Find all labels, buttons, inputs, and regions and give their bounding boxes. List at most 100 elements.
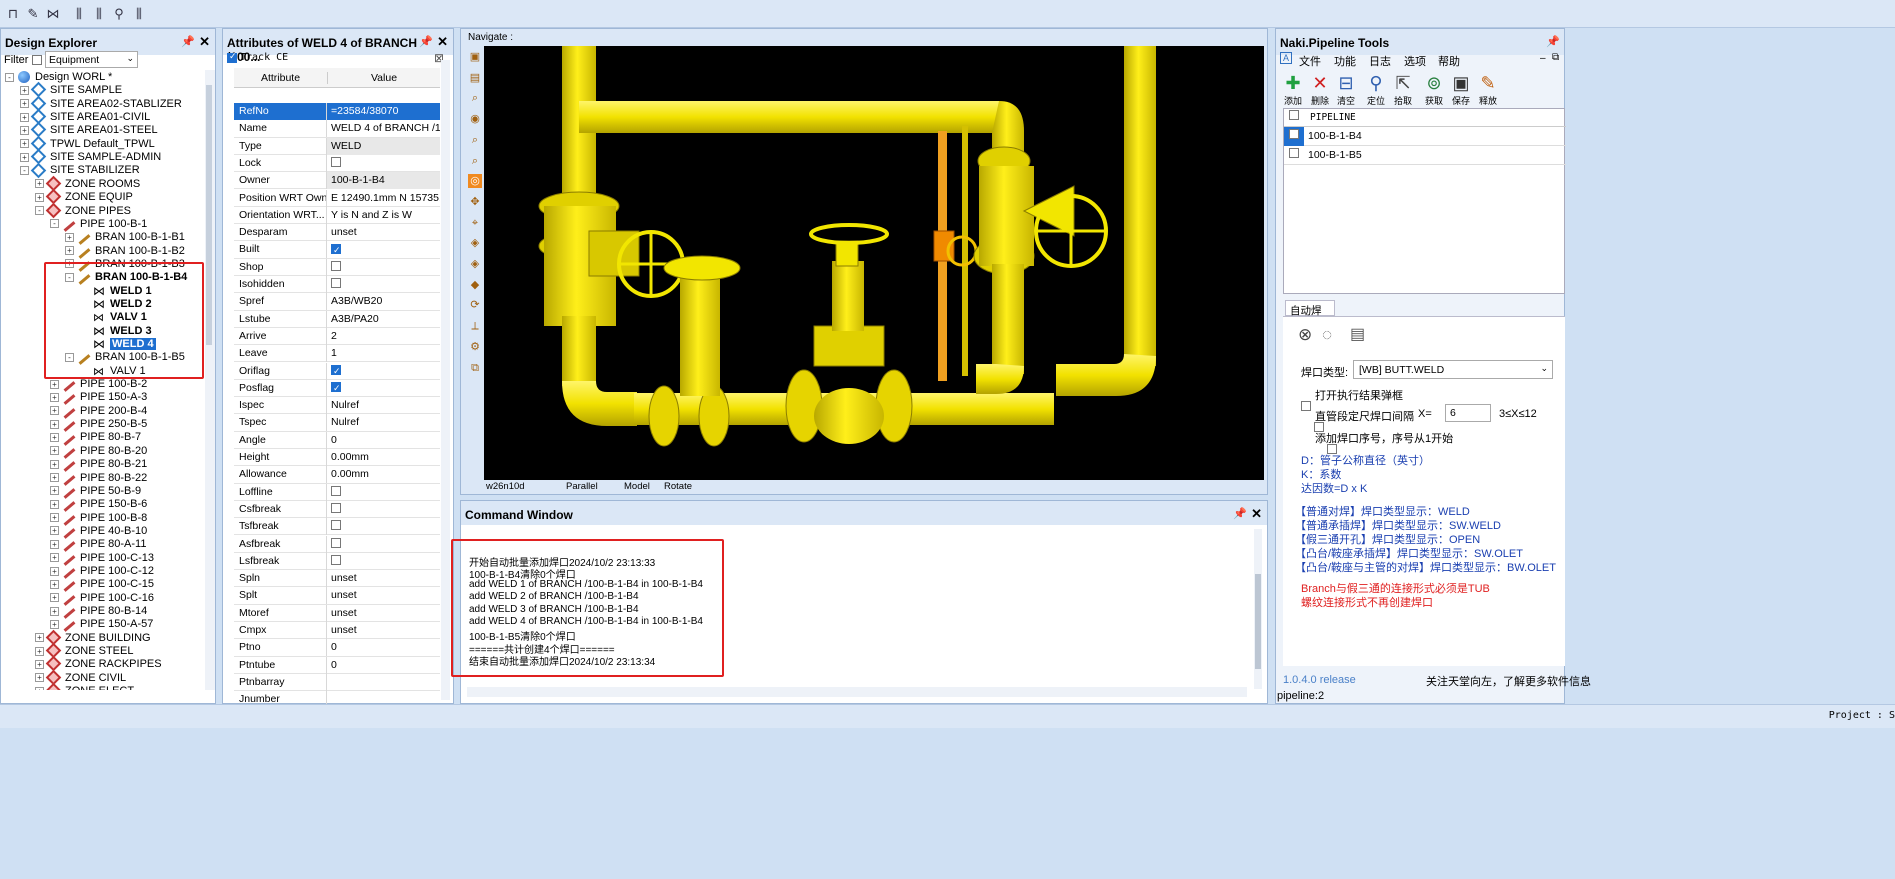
attribute-row[interactable]: Mtoref unset — [234, 604, 440, 622]
expander-icon[interactable]: + — [65, 232, 74, 242]
attribute-value[interactable] — [327, 501, 440, 518]
expander-icon[interactable]: + — [50, 526, 59, 536]
expander-icon[interactable]: + — [20, 139, 29, 149]
tree-node[interactable]: + SITE AREA02-STABLIZER — [20, 95, 182, 112]
tool-button-fetch[interactable]: ⊚ 获取 — [1421, 72, 1447, 107]
attribute-checkbox[interactable] — [331, 537, 341, 548]
zoom-in-icon[interactable]: ⌕ — [468, 133, 482, 147]
pin-icon[interactable]: 📌 — [419, 35, 433, 48]
filter-checkbox[interactable] — [32, 55, 42, 66]
attribute-checkbox[interactable] — [331, 520, 341, 531]
attribute-row[interactable]: Lstube A3B/PA20 — [234, 310, 440, 328]
expander-icon[interactable]: + — [20, 152, 29, 162]
attribute-row[interactable]: Ptno 0 — [234, 639, 440, 657]
attribute-row[interactable]: Cmpx unset — [234, 622, 440, 640]
tree-node[interactable]: + SITE AREA01-STEEL — [20, 122, 158, 138]
attribute-row[interactable]: Leave 1 — [234, 345, 440, 363]
attribute-row[interactable]: Orientation WRT... Y is N and Z is W — [234, 206, 440, 225]
attribute-value[interactable]: unset — [327, 587, 440, 604]
dashed-circle-icon[interactable]: ◌ — [1322, 325, 1332, 345]
command-hscrollbar[interactable] — [467, 687, 1247, 697]
measure-icon[interactable]: ◆ — [468, 278, 482, 292]
attribute-value[interactable]: 0.00mm — [327, 466, 440, 483]
tree-node[interactable]: - SITE STABILIZER — [20, 162, 140, 178]
attribute-value[interactable] — [327, 363, 440, 380]
attribute-row[interactable]: Asfbreak — [234, 535, 440, 553]
attribute-row[interactable]: Spref A3B/WB20 — [234, 293, 440, 311]
select-all-checkbox[interactable] — [1289, 110, 1299, 120]
attribute-value[interactable]: Y is N and Z is W — [327, 207, 440, 224]
close-icon[interactable]: ✕ — [1251, 506, 1262, 522]
list-item[interactable]: 100-B-1-B5 — [1284, 146, 1566, 165]
list-item[interactable]: 100-B-1-B4 — [1284, 127, 1566, 146]
attribute-row[interactable]: Ptnbarray — [234, 673, 440, 692]
attribute-value[interactable] — [327, 259, 440, 276]
tree-node[interactable]: + ZONE STEEL — [35, 642, 133, 659]
attribute-checkbox[interactable] — [331, 260, 341, 271]
menu-item[interactable]: 日志 — [1369, 53, 1391, 69]
attribute-value[interactable] — [327, 536, 440, 553]
attribute-value[interactable]: unset — [327, 224, 440, 241]
tool-button-locate[interactable]: ⚲ 定位 — [1363, 72, 1389, 107]
tool-button-release[interactable]: ✎ 释放 — [1475, 72, 1501, 107]
attribute-checkbox[interactable] — [331, 555, 341, 566]
attribute-row[interactable]: Position WRT Owner E 12490.1mm N 15735...… — [234, 189, 440, 207]
attribute-row[interactable]: Tspec Nulref — [234, 414, 440, 432]
expander-icon[interactable]: + — [35, 646, 44, 656]
tree-node[interactable]: + PIPE 80-A-11 — [50, 537, 146, 553]
tree-node[interactable]: + PIPE 100-C-15 — [50, 577, 154, 593]
pipe-tool-icon[interactable]: ⊓ — [4, 5, 22, 23]
expander-icon[interactable]: + — [50, 579, 59, 589]
pin-icon[interactable]: 📌 — [181, 35, 195, 48]
tree-node[interactable]: + PIPE 150-A-57 — [50, 617, 153, 633]
settings-icon[interactable]: ⚙ — [468, 340, 482, 354]
attribute-checkbox[interactable] — [331, 485, 341, 496]
tree-node[interactable]: + SITE SAMPLE-ADMIN — [20, 148, 161, 165]
attribute-value[interactable]: 2 — [327, 328, 440, 345]
expander-icon[interactable]: + — [50, 392, 59, 402]
attribute-value[interactable] — [327, 155, 440, 172]
row-checkbox[interactable] — [1289, 129, 1299, 139]
valve-a-icon[interactable]: ⫼ — [70, 5, 88, 23]
tool-button-add[interactable]: ✚ 添加 — [1280, 72, 1306, 107]
attribute-row[interactable]: Isohidden — [234, 276, 440, 294]
3d-viewport[interactable] — [484, 46, 1264, 480]
expander-icon[interactable]: + — [35, 179, 44, 189]
expander-icon[interactable]: + — [50, 553, 59, 563]
tree-node[interactable]: + PIPE 80-B-7 — [50, 430, 141, 446]
tree-node[interactable]: + PIPE 100-B-2 — [50, 377, 147, 392]
attribute-value[interactable]: unset — [327, 622, 440, 639]
attribute-value[interactable]: 0 — [327, 432, 440, 449]
attribute-value[interactable]: Nulref — [327, 414, 440, 431]
minimize-icon[interactable]: – — [1540, 53, 1546, 64]
attribute-row[interactable]: Posflag — [234, 379, 440, 398]
attribute-value[interactable] — [327, 241, 440, 258]
attribute-value[interactable]: A3B/WB20 — [327, 293, 440, 310]
attribute-value[interactable]: 100-B-1-B4 — [327, 172, 440, 190]
layer-icon[interactable]: ▤ — [468, 71, 482, 85]
tree-node[interactable]: + PIPE 80-B-22 — [50, 471, 147, 486]
axis-icon[interactable]: ⟂ — [468, 319, 482, 333]
valve-b-icon[interactable]: ⫼ — [90, 5, 108, 23]
expander-icon[interactable]: - — [5, 72, 14, 82]
pan-icon[interactable]: ✥ — [468, 195, 482, 209]
tool-button-pick[interactable]: ⇱ 拾取 — [1390, 72, 1416, 107]
attribute-value[interactable]: A3B/PA20 — [327, 311, 440, 328]
tree-scrollbar-thumb[interactable] — [206, 85, 212, 345]
attribute-row[interactable]: Arrive 2 — [234, 327, 440, 346]
weld-circle-icon[interactable]: ⊗ — [1298, 325, 1312, 345]
expander-icon[interactable]: + — [50, 499, 59, 509]
valve-c-icon[interactable]: ⚲ — [110, 5, 128, 23]
attribute-row[interactable]: Name WELD 4 of BRANCH /1... — [234, 120, 440, 138]
expander-icon[interactable]: + — [65, 246, 74, 256]
attribute-value[interactable]: unset — [327, 605, 440, 622]
command-scrollbar[interactable] — [1254, 529, 1262, 689]
attribute-checkbox[interactable] — [331, 278, 341, 289]
menu-item[interactable]: 帮助 — [1438, 53, 1460, 69]
expander-icon[interactable]: + — [50, 419, 59, 429]
attribute-row[interactable]: Spln unset — [234, 570, 440, 588]
weld-type-select[interactable]: [WB] BUTT.WELD ⌄ — [1353, 360, 1553, 379]
tree-node[interactable]: + PIPE 250-B-5 — [50, 417, 147, 433]
attribute-row[interactable]: Loffline — [234, 483, 440, 501]
tree-node[interactable]: + ZONE CIVIL — [35, 669, 126, 686]
